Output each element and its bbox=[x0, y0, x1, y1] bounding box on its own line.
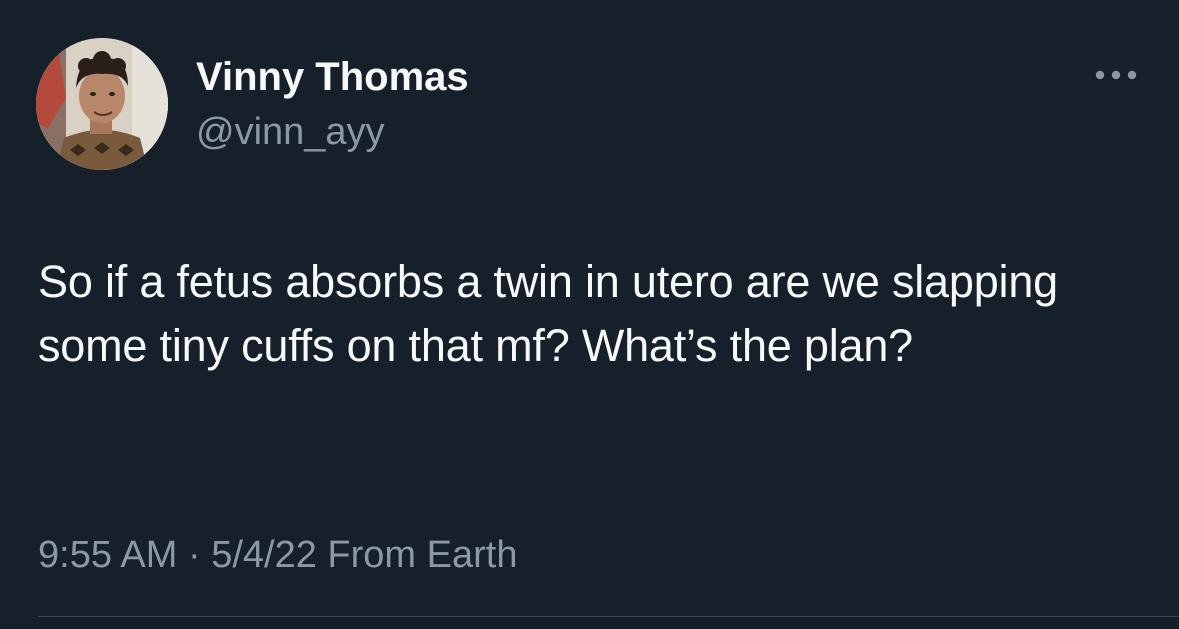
author-handle[interactable]: @vinn_ayy bbox=[196, 108, 385, 156]
tweet-text: So if a fetus absorbs a twin in utero ar… bbox=[38, 256, 1058, 371]
divider bbox=[38, 616, 1179, 617]
more-horizontal-icon bbox=[1095, 70, 1137, 80]
tweet-time[interactable]: 9:55 AM bbox=[38, 534, 177, 576]
meta-separator: · bbox=[187, 534, 201, 576]
avatar[interactable] bbox=[36, 38, 168, 170]
tweet-date[interactable]: 5/4/22 bbox=[211, 534, 317, 576]
more-options-button[interactable] bbox=[1090, 60, 1142, 90]
tweet-metadata: 9:55 AM · 5/4/22 From Earth bbox=[38, 530, 517, 580]
tweet-card: Vinny Thomas @vinn_ayy So if a fetus abs… bbox=[0, 0, 1179, 629]
author-display-name[interactable]: Vinny Thomas bbox=[196, 52, 469, 102]
profile-photo-icon bbox=[36, 38, 168, 170]
tweet-source: From Earth bbox=[327, 534, 518, 576]
